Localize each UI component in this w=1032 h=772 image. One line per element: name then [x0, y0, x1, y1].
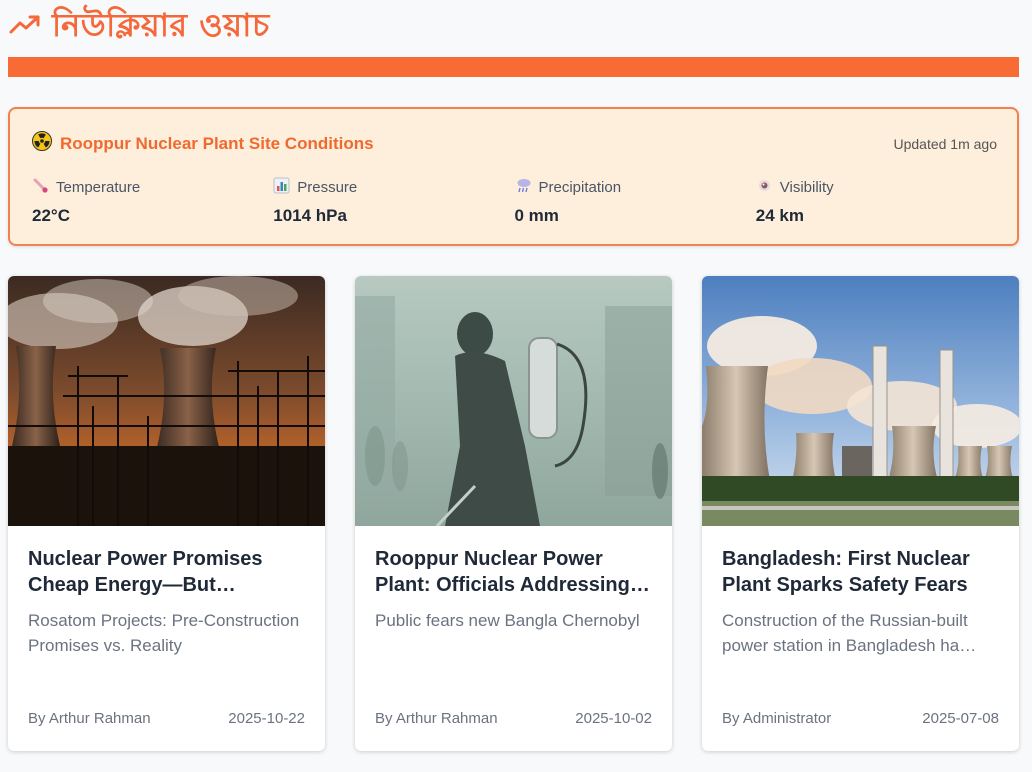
metric-value: 22°C: [32, 206, 70, 225]
article-date: 2025-10-02: [575, 710, 652, 727]
metric-label-row: Temperature: [32, 177, 273, 198]
radioactive-icon: [32, 131, 52, 156]
trending-up-icon: [8, 13, 42, 42]
article-date: 2025-10-22: [228, 710, 305, 727]
article-title[interactable]: Bangladesh: First Nuclear Plant Sparks S…: [722, 546, 999, 598]
article-author: By Arthur Rahman: [375, 710, 498, 727]
article-meta: By Arthur Rahman 2025-10-02: [375, 710, 652, 727]
site-title[interactable]: নিউক্লিয়ার ওয়াচ: [52, 0, 270, 54]
metric-label-row: Visibility: [756, 177, 997, 198]
metric-visibility: Visibility 24 km: [756, 177, 997, 226]
article-date: 2025-07-08: [922, 710, 999, 727]
updated-timestamp: Updated 1m ago: [893, 135, 997, 152]
conditions-title: Rooppur Nuclear Plant Site Conditions: [60, 133, 374, 153]
article-grid: Nuclear Power Promises Cheap Energy—But……: [8, 276, 1019, 751]
metric-value: 24 km: [755, 206, 804, 225]
article-card[interactable]: Rooppur Nuclear Power Plant: Officials A…: [355, 276, 672, 751]
site-header: নিউক্লিয়ার ওয়াচ: [8, 2, 270, 52]
article-meta: By Administrator 2025-07-08: [722, 710, 999, 727]
rain-cloud-icon: [515, 177, 532, 198]
metric-label-row: Pressure: [273, 177, 514, 198]
accent-bar: [8, 57, 1019, 77]
metric-label: Pressure: [297, 179, 358, 196]
metric-label: Temperature: [56, 179, 141, 196]
article-body: Rooppur Nuclear Power Plant: Officials A…: [375, 546, 652, 658]
article-author: By Administrator: [722, 710, 832, 727]
conditions-header: Rooppur Nuclear Plant Site Conditions Up…: [32, 131, 997, 156]
thermometer-icon: [32, 177, 49, 198]
article-card[interactable]: Nuclear Power Promises Cheap Energy—But……: [8, 276, 325, 751]
metric-value: 1014 hPa: [273, 206, 347, 225]
site-conditions-panel: Rooppur Nuclear Plant Site Conditions Up…: [8, 107, 1019, 246]
metric-pressure: Pressure 1014 hPa: [273, 177, 514, 226]
conditions-title-row: Rooppur Nuclear Plant Site Conditions: [32, 131, 374, 156]
metric-label: Visibility: [779, 179, 834, 196]
article-meta: By Arthur Rahman 2025-10-22: [28, 710, 305, 727]
article-image-hazmat-worker[interactable]: [355, 276, 672, 526]
article-author: By Arthur Rahman: [28, 710, 151, 727]
article-body: Nuclear Power Promises Cheap Energy—But……: [28, 546, 305, 658]
article-body: Bangladesh: First Nuclear Plant Sparks S…: [722, 546, 999, 658]
eye-icon: [756, 177, 773, 198]
article-subtitle: Public fears new Bangla Chernobyl: [375, 611, 640, 630]
metric-value: 0 mm: [514, 206, 559, 225]
article-subtitle: Rosatom Projects: Pre-Construction Promi…: [28, 611, 300, 655]
article-title[interactable]: Nuclear Power Promises Cheap Energy—But…: [28, 546, 305, 598]
bar-chart-icon: [273, 177, 290, 198]
metrics-row: Temperature 22°C Pressure 1014 hPa Preci…: [32, 177, 997, 226]
article-title[interactable]: Rooppur Nuclear Power Plant: Officials A…: [375, 546, 652, 598]
article-image-cooling-towers-dusk[interactable]: [8, 276, 325, 526]
article-subtitle: Construction of the Russian-built power …: [722, 611, 977, 655]
metric-temperature: Temperature 22°C: [32, 177, 273, 226]
article-image-power-station[interactable]: [702, 276, 1019, 526]
metric-label-row: Precipitation: [515, 177, 756, 198]
article-card[interactable]: Bangladesh: First Nuclear Plant Sparks S…: [702, 276, 1019, 751]
metric-precipitation: Precipitation 0 mm: [515, 177, 756, 226]
metric-label: Precipitation: [538, 179, 622, 196]
